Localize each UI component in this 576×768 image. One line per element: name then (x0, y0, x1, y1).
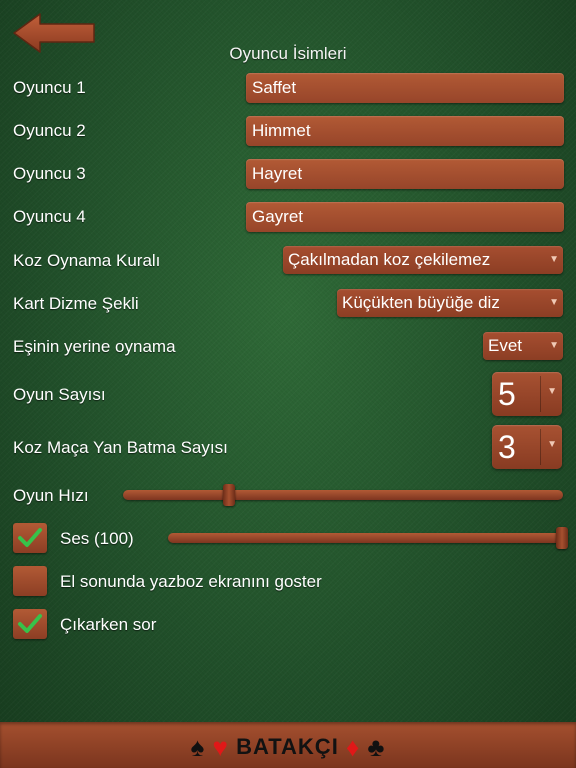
partner-play-value: Evet (488, 336, 523, 355)
stepper-divider (540, 376, 541, 412)
game-speed-label: Oyun Hızı (13, 486, 89, 505)
game-count-label: Oyun Sayısı (13, 385, 106, 404)
card-sort-label: Kart Dizme Şekli (13, 294, 139, 313)
player-3-label: Oyuncu 3 (13, 164, 86, 183)
spade-count-label: Koz Maça Yan Batma Sayısı (13, 438, 228, 457)
confirm-exit-label: Çıkarken sor (60, 615, 157, 634)
diamond-icon: ♦ (345, 732, 361, 762)
player-2-label: Oyuncu 2 (13, 121, 86, 140)
brand-logo: ♠ ♥ BATAKÇI ♦ ♣ (0, 732, 576, 763)
player-4-label: Oyuncu 4 (13, 207, 86, 226)
spade-count-value: 3 (498, 429, 516, 465)
chevron-down-icon: ▼ (547, 386, 557, 397)
partner-play-select[interactable]: Evet ▼ (483, 332, 563, 360)
sound-volume-slider-thumb[interactable] (556, 527, 568, 549)
game-count-value: 5 (498, 376, 516, 412)
player-1-name-input[interactable]: Saffet (246, 73, 564, 103)
page-title: Oyuncu İsimleri (229, 44, 347, 63)
stepper-divider (540, 429, 541, 465)
show-score-label: El sonunda yazboz ekranını goster (60, 572, 322, 591)
checkmark-icon (18, 528, 42, 547)
heart-icon: ♥ (212, 732, 229, 762)
game-speed-slider[interactable] (123, 484, 563, 506)
chevron-down-icon: ▼ (549, 297, 559, 308)
sound-label: Ses (100) (60, 529, 134, 548)
spade-count-stepper[interactable]: 3 ▼ (492, 425, 562, 469)
chevron-down-icon: ▼ (549, 340, 559, 351)
game-speed-slider-thumb[interactable] (222, 484, 235, 506)
sound-checkbox[interactable] (13, 523, 47, 553)
brand-name: BATAKÇI (236, 734, 339, 759)
trump-rule-value: Çakılmadan koz çekilemez (288, 250, 491, 269)
chevron-down-icon: ▼ (547, 439, 557, 450)
partner-play-label: Eşinin yerine oynama (13, 337, 176, 356)
player-4-name-input[interactable]: Gayret (246, 202, 564, 232)
player-2-name-input[interactable]: Himmet (246, 116, 564, 146)
sound-volume-slider[interactable] (168, 527, 568, 549)
player-1-label: Oyuncu 1 (13, 78, 86, 97)
card-sort-select[interactable]: Küçükten büyüğe diz ▼ (337, 289, 563, 317)
trump-rule-label: Koz Oynama Kuralı (13, 251, 161, 270)
trump-rule-select[interactable]: Çakılmadan koz çekilemez ▼ (283, 246, 563, 274)
show-score-checkbox[interactable] (13, 566, 47, 596)
bottom-bar: ♠ ♥ BATAKÇI ♦ ♣ (0, 722, 576, 768)
player-3-name-input[interactable]: Hayret (246, 159, 564, 189)
confirm-exit-checkbox[interactable] (13, 609, 47, 639)
checkmark-icon (18, 614, 42, 633)
spade-icon: ♠ (190, 732, 206, 762)
card-sort-value: Küçükten büyüğe diz (342, 293, 500, 312)
game-count-stepper[interactable]: 5 ▼ (492, 372, 562, 416)
chevron-down-icon: ▼ (549, 254, 559, 265)
club-icon: ♣ (367, 732, 386, 762)
